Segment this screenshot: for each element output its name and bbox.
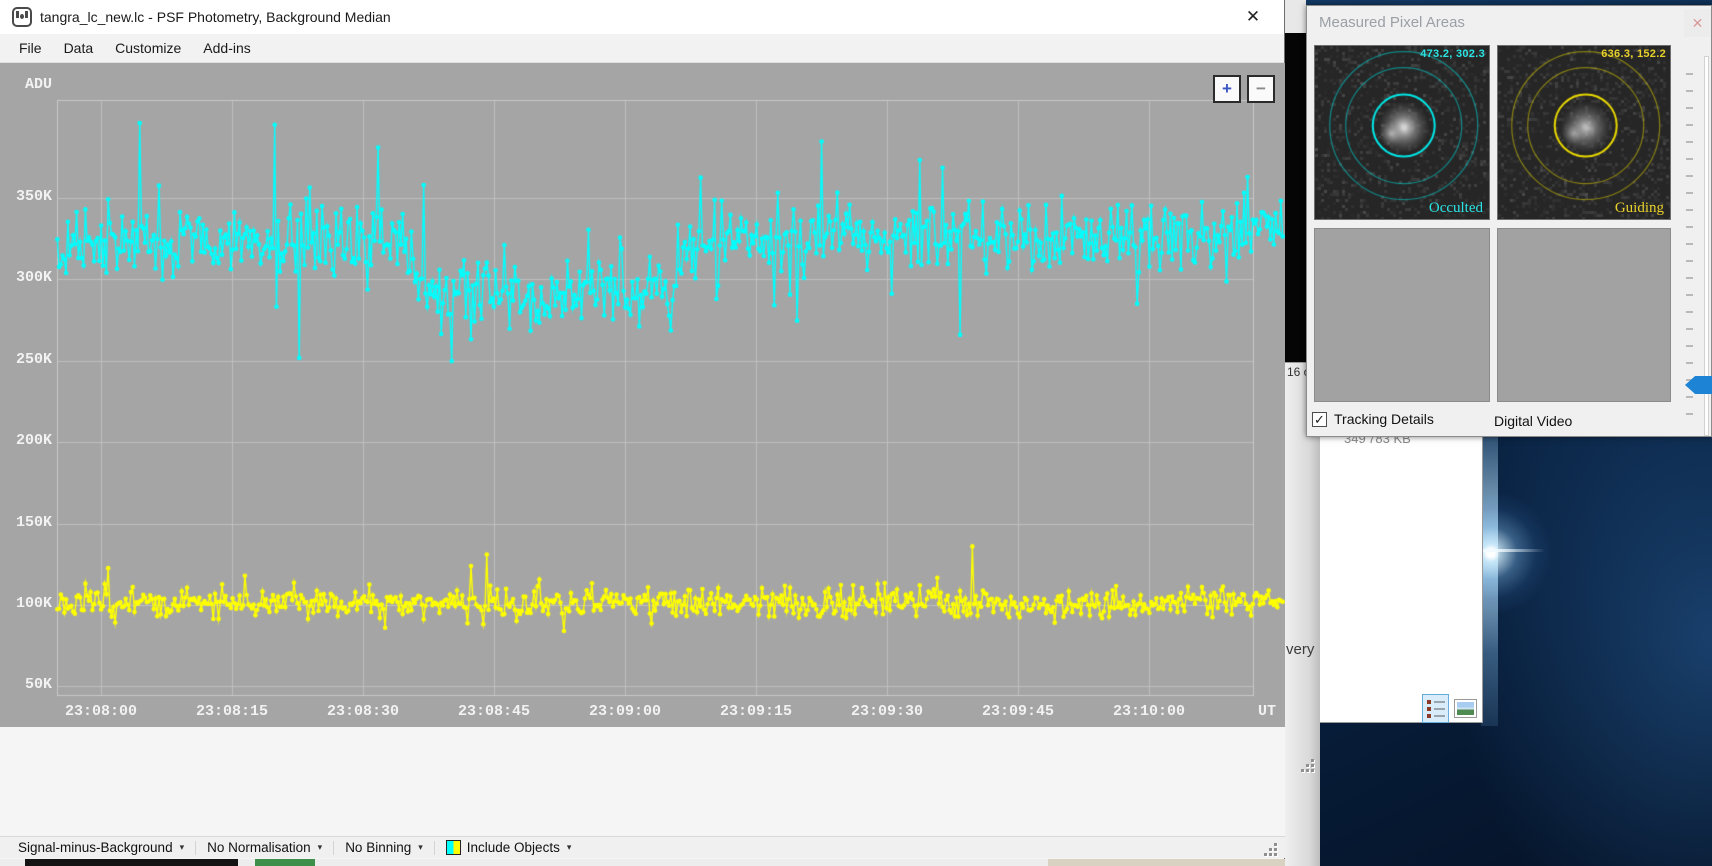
binning-label: No Binning bbox=[345, 840, 411, 855]
chevron-down-icon: ▾ bbox=[180, 842, 185, 853]
normalisation-label: No Normalisation bbox=[207, 840, 311, 855]
background-window-fragment bbox=[1285, 0, 1306, 33]
toolbar-separator bbox=[434, 841, 435, 855]
thumbnails-view-icon[interactable] bbox=[1454, 699, 1477, 718]
menu-addins[interactable]: Add-ins bbox=[192, 34, 261, 62]
include-objects-label: Include Objects bbox=[467, 840, 560, 855]
y-axis-unit-label: ADU bbox=[0, 76, 52, 93]
binning-dropdown[interactable]: No Binning ▾ bbox=[337, 840, 431, 855]
x-axis-unit-label: UT bbox=[1236, 703, 1276, 720]
background-sliver bbox=[1048, 859, 1285, 866]
occulted-target-thumbnail: 473.2, 302.3 Occulted bbox=[1314, 45, 1490, 220]
signal-mode-label: Signal-minus-Background bbox=[18, 840, 173, 855]
guiding-target-image bbox=[1498, 46, 1670, 219]
guiding-target-thumbnail: 636.3, 152.2 Guiding bbox=[1497, 45, 1671, 220]
empty-pixel-area-panel-2 bbox=[1497, 228, 1671, 402]
resize-grip-icon[interactable] bbox=[1301, 759, 1317, 775]
chevron-down-icon: ▾ bbox=[567, 842, 572, 853]
lower-panel bbox=[0, 727, 1285, 836]
tangra-logo-icon bbox=[12, 7, 32, 27]
x-tick-label: 23:08:30 bbox=[315, 703, 411, 720]
x-tick-label: 23:08:15 bbox=[184, 703, 280, 720]
empty-pixel-area-panel-1 bbox=[1314, 228, 1490, 402]
x-tick-label: 23:08:45 bbox=[446, 703, 542, 720]
x-tick-label: 23:09:30 bbox=[839, 703, 935, 720]
light-curve-chart: 350K 300K 250K 200K 150K 100K 50K ADU 23:08:00 23… bbox=[0, 63, 1285, 727]
digital-video-label: Digital Video bbox=[1494, 413, 1572, 429]
background-sliver bbox=[255, 859, 315, 866]
background-window-strip: 16 o very bbox=[1285, 362, 1320, 866]
menu-customize[interactable]: Customize bbox=[104, 34, 192, 62]
tangra-main-window: tangra_lc_new.lc - PSF Photometry, Backg… bbox=[0, 0, 1285, 859]
resize-grip-icon[interactable] bbox=[1264, 843, 1280, 859]
y-tick-label: 300K bbox=[0, 269, 52, 286]
tracking-details-label: Tracking Details bbox=[1334, 411, 1434, 427]
pixel-areas-title: Measured Pixel Areas bbox=[1319, 14, 1465, 31]
file-dialog-fragment: 349'783 KB bbox=[1320, 404, 1483, 723]
measured-pixel-areas-window: Measured Pixel Areas ✕ 473.2, 302.3 Occu… bbox=[1306, 5, 1712, 437]
occulted-label: Occulted bbox=[1429, 200, 1483, 217]
occulted-coords: 473.2, 302.3 bbox=[1420, 48, 1485, 60]
window-title: tangra_lc_new.lc - PSF Photometry, Backg… bbox=[40, 9, 391, 25]
toolbar-separator bbox=[333, 841, 334, 855]
clipped-text-bottom: very bbox=[1286, 641, 1314, 658]
guiding-coords: 636.3, 152.2 bbox=[1601, 48, 1666, 60]
bottom-toolbar: Signal-minus-Background ▾ No Normalisati… bbox=[0, 836, 1285, 858]
title-bar: tangra_lc_new.lc - PSF Photometry, Backg… bbox=[0, 0, 1284, 34]
x-tick-label: 23:09:15 bbox=[708, 703, 804, 720]
close-icon[interactable]: ✕ bbox=[1684, 9, 1711, 37]
guiding-label: Guiding bbox=[1615, 200, 1664, 217]
occulted-target-image bbox=[1315, 46, 1489, 219]
normalisation-dropdown[interactable]: No Normalisation ▾ bbox=[199, 840, 330, 855]
x-tick-label: 23:09:00 bbox=[577, 703, 673, 720]
zoom-in-button[interactable]: + bbox=[1213, 75, 1241, 103]
chevron-down-icon: ▾ bbox=[418, 842, 423, 853]
plot-canvas[interactable] bbox=[0, 63, 1285, 727]
signal-mode-dropdown[interactable]: Signal-minus-Background ▾ bbox=[10, 840, 192, 855]
close-icon[interactable]: ✕ bbox=[1232, 3, 1274, 31]
zoom-out-button[interactable]: − bbox=[1247, 75, 1275, 103]
details-view-icon[interactable] bbox=[1422, 694, 1449, 723]
y-tick-label: 350K bbox=[0, 188, 52, 205]
x-tick-label: 23:08:00 bbox=[53, 703, 149, 720]
include-objects-dropdown[interactable]: Include Objects ▾ bbox=[438, 840, 580, 855]
x-tick-label: 23:10:00 bbox=[1101, 703, 1197, 720]
tracking-details-checkbox[interactable]: ✓ bbox=[1312, 412, 1327, 427]
object-colors-icon bbox=[446, 840, 461, 855]
screen: 349'783 KB 16 o very Measured Pixel Area… bbox=[0, 0, 1712, 866]
menu-data[interactable]: Data bbox=[53, 34, 105, 62]
y-tick-label: 200K bbox=[0, 432, 52, 449]
slider-tick-marks bbox=[1686, 58, 1693, 430]
toolbar-separator bbox=[195, 841, 196, 855]
y-tick-label: 250K bbox=[0, 351, 52, 368]
menu-bar: File Data Customize Add-ins bbox=[0, 34, 1284, 63]
chevron-down-icon: ▾ bbox=[318, 842, 323, 853]
background-sliver bbox=[25, 859, 238, 866]
x-tick-label: 23:09:45 bbox=[970, 703, 1066, 720]
y-tick-label: 100K bbox=[0, 595, 52, 612]
menu-file[interactable]: File bbox=[8, 34, 53, 62]
y-tick-label: 50K bbox=[0, 676, 52, 693]
y-tick-label: 150K bbox=[0, 514, 52, 531]
